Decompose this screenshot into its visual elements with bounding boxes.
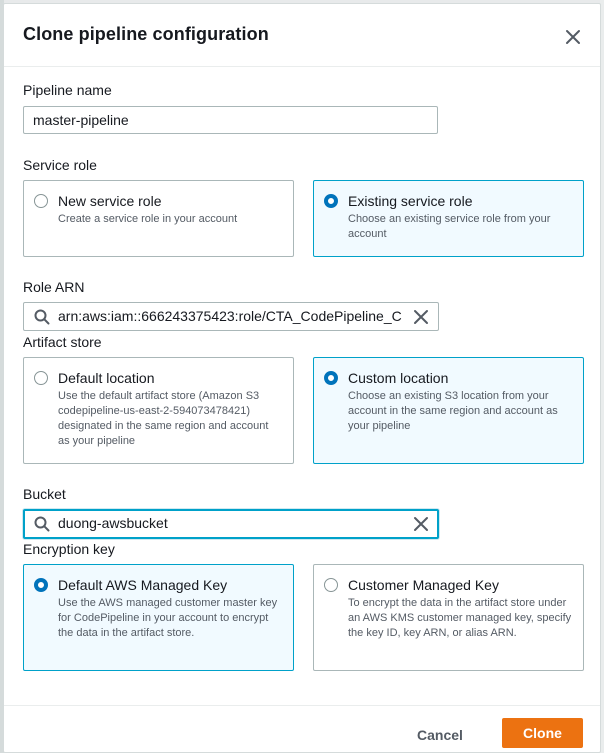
bucket-field[interactable]: duong-awsbucket — [23, 509, 439, 539]
radio-new-service-role[interactable] — [34, 194, 48, 208]
close-icon — [566, 30, 580, 44]
clear-icon[interactable] — [412, 515, 430, 533]
tile-description: Use the AWS managed customer master key … — [58, 597, 278, 639]
tile-description: Choose an existing S3 location from your… — [348, 390, 558, 432]
clone-pipeline-modal: Clone pipeline configuration Pipeline na… — [3, 3, 601, 753]
pipeline-name-label: Pipeline name — [23, 82, 112, 98]
tile-customer-managed-key[interactable]: Customer Managed Key To encrypt the data… — [313, 564, 584, 671]
modal-footer: Cancel Clone — [4, 705, 600, 753]
radio-customer-managed-key[interactable] — [324, 578, 338, 592]
tile-description: To encrypt the data in the artifact stor… — [348, 597, 572, 639]
bucket-label: Bucket — [23, 486, 66, 502]
clone-button[interactable]: Clone — [502, 718, 583, 748]
service-role-label: Service role — [23, 157, 97, 173]
modal-title: Clone pipeline configuration — [23, 24, 269, 44]
radio-default-aws-managed-key[interactable] — [34, 578, 48, 592]
tile-title: Default location — [58, 370, 155, 386]
radio-existing-service-role[interactable] — [324, 194, 338, 208]
encryption-key-label: Encryption key — [23, 541, 115, 557]
tile-title: Existing service role — [348, 193, 473, 209]
radio-default-location[interactable] — [34, 371, 48, 385]
tile-title: New service role — [58, 193, 162, 209]
tile-existing-service-role[interactable]: Existing service role Choose an existing… — [313, 180, 584, 257]
search-icon — [34, 516, 50, 532]
role-arn-label: Role ARN — [23, 279, 85, 295]
radio-custom-location[interactable] — [324, 371, 338, 385]
close-button[interactable] — [562, 26, 584, 48]
role-arn-value[interactable]: arn:aws:iam::666243375423:role/CTA_CodeP… — [58, 308, 403, 324]
role-arn-field[interactable]: arn:aws:iam::666243375423:role/CTA_CodeP… — [23, 302, 439, 331]
tile-description: Choose an existing service role from you… — [348, 213, 551, 240]
tile-title: Custom location — [348, 370, 449, 386]
tile-custom-location[interactable]: Custom location Choose an existing S3 lo… — [313, 357, 584, 464]
tile-default-aws-managed-key[interactable]: Default AWS Managed Key Use the AWS mana… — [23, 564, 294, 671]
cancel-button[interactable]: Cancel — [406, 723, 474, 747]
artifact-store-label: Artifact store — [23, 334, 102, 350]
modal-header: Clone pipeline configuration — [4, 4, 600, 67]
tile-new-service-role[interactable]: New service role Create a service role i… — [23, 180, 294, 257]
tile-title: Default AWS Managed Key — [58, 577, 228, 593]
search-icon — [34, 309, 50, 325]
tile-description: Create a service role in your account — [58, 213, 238, 225]
tile-title: Customer Managed Key — [348, 577, 499, 593]
tile-default-location[interactable]: Default location Use the default artifac… — [23, 357, 294, 464]
bucket-value[interactable]: duong-awsbucket — [58, 515, 403, 531]
pipeline-name-input[interactable] — [23, 106, 438, 134]
clear-icon[interactable] — [412, 308, 430, 326]
tile-description: Use the default artifact store (Amazon S… — [58, 390, 269, 447]
